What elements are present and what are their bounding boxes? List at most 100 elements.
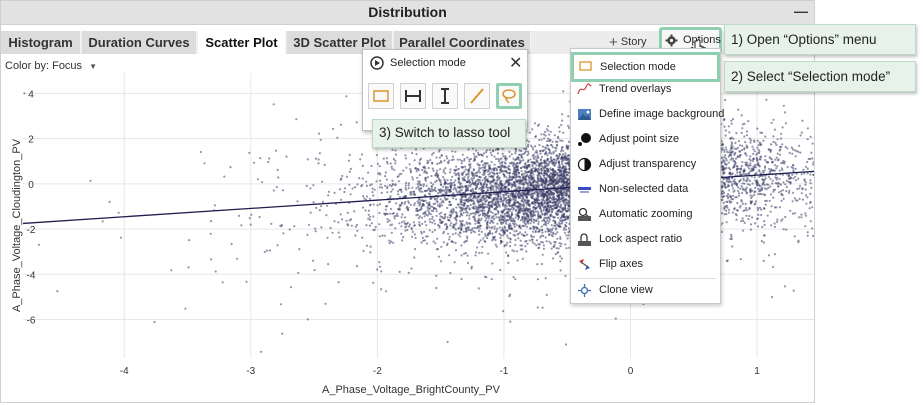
- data-point: [733, 178, 736, 181]
- data-point: [491, 262, 494, 265]
- data-point: [479, 239, 482, 242]
- data-point: [276, 244, 279, 247]
- data-point: [782, 197, 785, 200]
- data-point: [436, 176, 439, 179]
- data-point: [389, 212, 392, 215]
- data-point: [548, 220, 551, 223]
- data-point: [337, 281, 340, 284]
- data-point: [469, 203, 472, 206]
- data-point: [516, 250, 519, 253]
- data-point: [413, 159, 416, 162]
- data-point: [539, 149, 542, 153]
- data-point: [487, 186, 490, 189]
- color-by-dropdown[interactable]: Color by: Focus ▼: [5, 60, 97, 72]
- data-point: [386, 212, 389, 216]
- data-point: [502, 310, 505, 313]
- data-point: [465, 230, 468, 233]
- data-point: [307, 223, 311, 226]
- data-point: [223, 175, 226, 178]
- data-point: [337, 231, 340, 234]
- data-point: [361, 177, 364, 180]
- data-point: [549, 167, 552, 170]
- data-point: [519, 239, 522, 242]
- data-point: [540, 225, 543, 228]
- data-point: [536, 154, 539, 157]
- data-point: [422, 199, 425, 202]
- data-point: [467, 148, 470, 151]
- data-point: [490, 154, 493, 157]
- data-point: [730, 141, 733, 144]
- data-point: [564, 274, 567, 277]
- data-point: [723, 150, 726, 153]
- data-point: [506, 229, 509, 232]
- data-point: [800, 213, 803, 216]
- data-point: [762, 259, 765, 262]
- data-point: [417, 217, 420, 220]
- data-point: [405, 166, 408, 169]
- data-point: [442, 176, 445, 179]
- data-point: [754, 200, 758, 203]
- data-point: [549, 242, 553, 245]
- minimize-button[interactable]: —: [791, 3, 811, 21]
- data-point: [553, 243, 556, 246]
- data-point: [452, 223, 455, 226]
- data-point: [449, 178, 453, 182]
- data-point: [408, 163, 411, 166]
- data-point: [380, 270, 383, 273]
- data-point: [751, 159, 755, 163]
- data-point: [533, 122, 537, 125]
- data-point: [492, 193, 495, 196]
- data-point: [554, 232, 557, 236]
- data-point: [306, 158, 309, 161]
- data-point: [770, 205, 773, 208]
- data-point: [421, 190, 424, 193]
- data-point: [540, 172, 543, 175]
- data-point: [494, 231, 497, 234]
- data-point: [730, 122, 733, 125]
- data-point: [558, 163, 561, 166]
- data-point: [759, 131, 762, 134]
- data-point: [449, 272, 452, 275]
- data-point: [317, 162, 320, 165]
- data-point: [544, 130, 547, 133]
- data-point: [747, 218, 750, 221]
- data-point: [468, 214, 471, 217]
- data-point: [427, 166, 430, 170]
- data-point: [563, 212, 566, 215]
- data-point: [476, 197, 479, 201]
- data-point: [184, 307, 187, 310]
- data-point: [730, 144, 733, 147]
- data-point: [378, 186, 381, 189]
- data-point: [546, 227, 549, 230]
- data-point: [558, 126, 561, 129]
- data-point: [532, 221, 536, 224]
- data-point: [535, 244, 538, 247]
- data-point: [409, 203, 412, 206]
- tab-duration-curves[interactable]: Duration Curves: [82, 31, 197, 54]
- data-point: [812, 234, 814, 238]
- data-point: [748, 214, 751, 218]
- data-point: [496, 152, 500, 155]
- data-point: [796, 187, 799, 191]
- data-point: [797, 177, 800, 180]
- data-point: [248, 217, 251, 220]
- chevron-down-icon: ▼: [89, 62, 98, 71]
- data-point: [562, 165, 565, 168]
- data-point: [810, 151, 813, 154]
- data-point: [407, 201, 410, 204]
- data-point: [368, 224, 372, 227]
- data-point: [444, 172, 447, 175]
- data-point: [794, 175, 797, 178]
- data-point: [811, 142, 814, 145]
- tab-scatter-plot[interactable]: Scatter Plot: [198, 31, 286, 54]
- data-point: [794, 155, 797, 158]
- data-point: [293, 225, 296, 228]
- data-point: [780, 199, 783, 202]
- tab-histogram[interactable]: Histogram: [1, 31, 81, 54]
- data-point: [541, 231, 544, 234]
- data-point: [809, 192, 812, 195]
- data-point: [565, 247, 568, 250]
- data-point: [745, 134, 749, 137]
- data-point: [355, 121, 358, 124]
- data-point: [365, 180, 368, 183]
